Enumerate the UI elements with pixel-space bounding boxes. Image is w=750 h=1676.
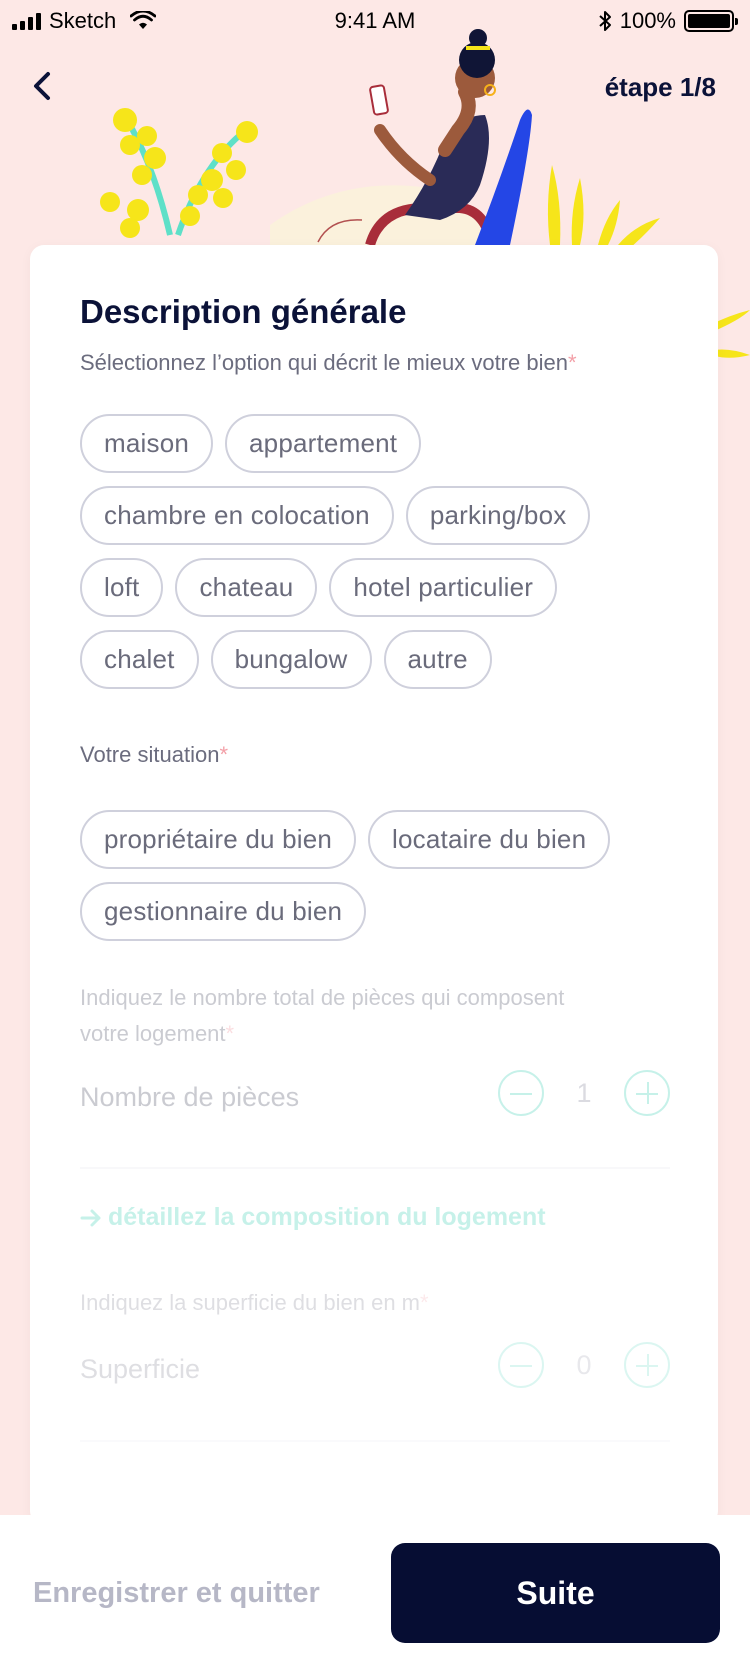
rooms-field-label: Nombre de pièces — [80, 1082, 300, 1112]
chip-row: chambre en colocation parking/box — [80, 486, 680, 545]
rooms-value: 1 — [576, 1077, 592, 1108]
chip-row: maison appartement — [80, 414, 680, 473]
chip-loft[interactable]: loft — [80, 558, 164, 617]
chip-autre[interactable]: autre — [383, 630, 492, 689]
required-mark: * — [420, 1290, 429, 1315]
chip-bungalow[interactable]: bungalow — [210, 630, 372, 689]
divider — [80, 1167, 670, 1169]
chip-locataire[interactable]: locataire du bien — [368, 810, 611, 869]
chip-row: gestionnaire du bien — [80, 882, 680, 941]
surface-increment-button[interactable] — [624, 1342, 670, 1388]
rooms-increment-button[interactable] — [624, 1070, 670, 1116]
chip-row: chalet bungalow autre — [80, 630, 680, 689]
required-mark: * — [225, 1021, 235, 1046]
rooms-label: Indiquez le nombre total de pièces qui c… — [80, 985, 565, 1046]
chip-row: loft chateau hotel particulier — [80, 558, 680, 617]
required-mark: * — [219, 742, 228, 767]
surface-label: Indiquez la superficie du bien en m* — [80, 1290, 429, 1315]
rooms-decrement-button[interactable] — [498, 1070, 544, 1116]
situation-chips: propriétaire du bien locataire du bien g… — [80, 810, 680, 954]
chip-appartement[interactable]: appartement — [225, 414, 422, 473]
back-button[interactable] — [26, 66, 62, 106]
property-type-label: Sélectionnez l’option qui décrit le mieu… — [80, 350, 577, 375]
page-title: Description générale — [80, 293, 407, 330]
chip-chalet[interactable]: chalet — [80, 630, 199, 689]
surface-value: 0 — [576, 1349, 592, 1380]
chevron-left-icon — [34, 72, 50, 100]
step-indicator: étape 1/8 — [604, 72, 716, 102]
chip-parking-box[interactable]: parking/box — [405, 486, 591, 545]
arrow-right-icon — [80, 1209, 101, 1226]
next-button[interactable]: Suite — [391, 1543, 720, 1643]
bottom-action-bar: Enregistrer et quitter Suite — [0, 1515, 750, 1676]
property-type-chips: maison appartement chambre en colocation… — [80, 414, 680, 702]
save-and-quit-button[interactable]: Enregistrer et quitter — [33, 1577, 320, 1610]
divider — [80, 1440, 670, 1442]
chip-maison[interactable]: maison — [80, 414, 214, 473]
surface-decrement-button[interactable] — [498, 1342, 544, 1388]
minus-icon — [510, 1365, 532, 1367]
chip-chambre-en-colocation[interactable]: chambre en colocation — [80, 486, 394, 545]
minus-icon — [510, 1093, 532, 1095]
detail-composition-link[interactable]: détaillez la composition du logement — [80, 1203, 546, 1232]
surface-field-label: Superficie — [80, 1354, 201, 1384]
rooms-stepper-controls: 1 — [498, 1070, 670, 1116]
surface-stepper: Superficie 0 — [80, 1342, 670, 1402]
rooms-stepper: Nombre de pièces 1 — [80, 1070, 670, 1130]
chip-chateau[interactable]: chateau — [175, 558, 318, 617]
form-card: Description générale Sélectionnez l’opti… — [30, 245, 718, 1525]
chip-row: propriétaire du bien locataire du bien — [80, 810, 680, 869]
required-mark: * — [567, 350, 577, 375]
chip-hotel-particulier[interactable]: hotel particulier — [329, 558, 558, 617]
surface-stepper-controls: 0 — [498, 1342, 670, 1388]
chip-proprietaire[interactable]: propriétaire du bien — [80, 810, 357, 869]
chip-gestionnaire[interactable]: gestionnaire du bien — [80, 882, 367, 941]
situation-label: Votre situation* — [80, 742, 228, 767]
